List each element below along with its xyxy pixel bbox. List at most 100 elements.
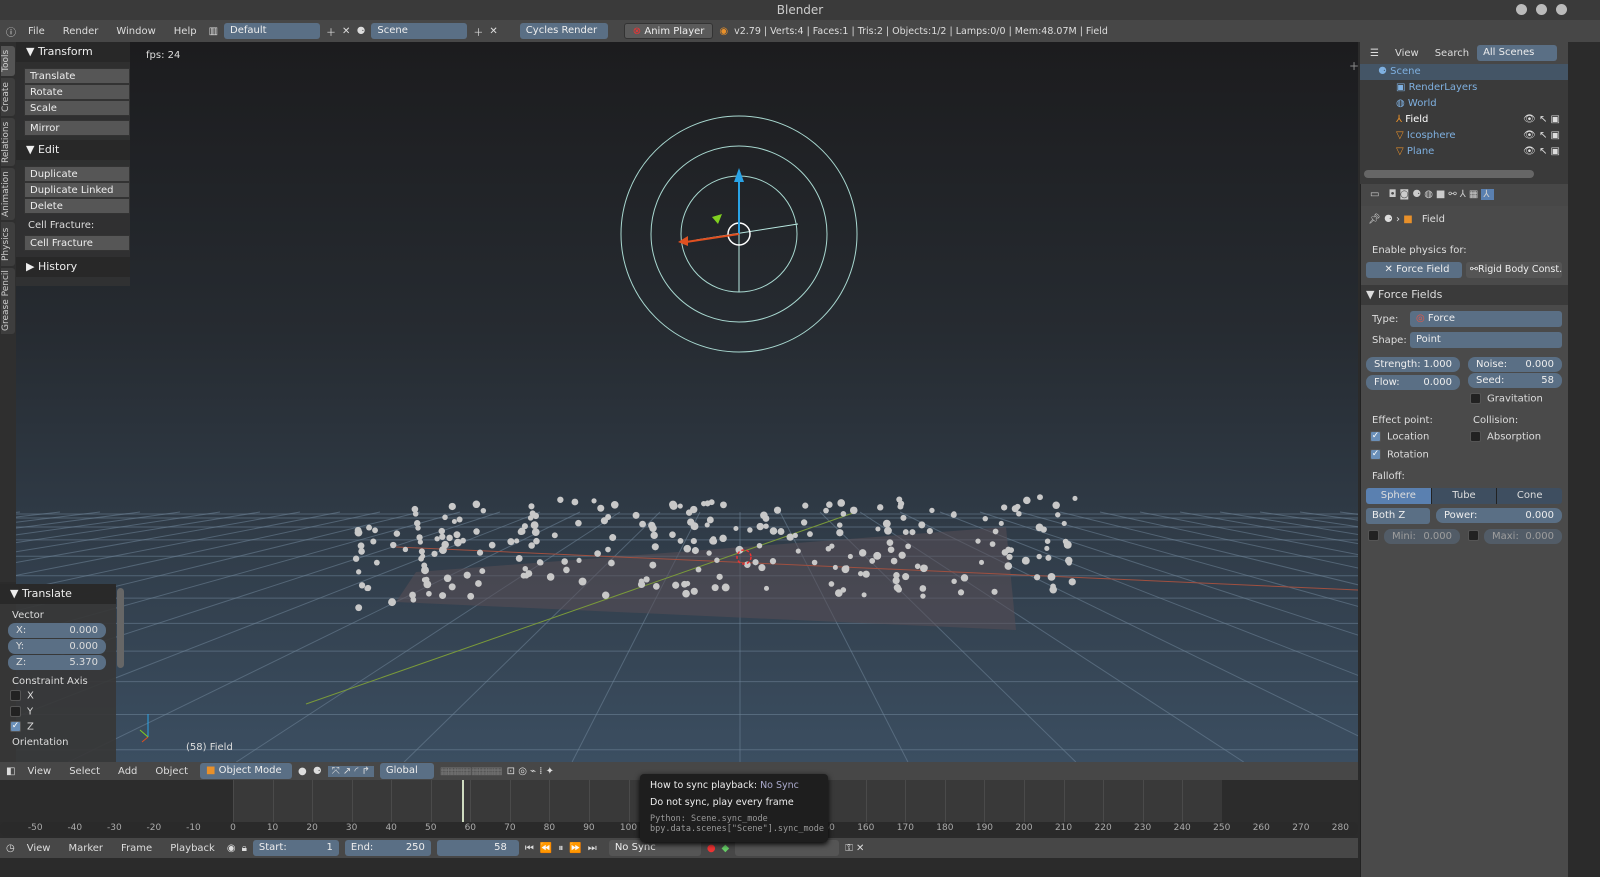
noise-field[interactable]: Noise: 0.000 [1468, 357, 1562, 372]
layout-field[interactable]: Default [224, 23, 321, 39]
outliner-item-world[interactable]: ◍ World [1360, 96, 1568, 112]
visibility-icons[interactable]: 👁︎ ↖ ▣ [1523, 112, 1560, 128]
minimize-button[interactable] [1516, 4, 1527, 15]
timeline-editor-icon[interactable]: ◷ [6, 843, 15, 854]
close-button[interactable] [1556, 4, 1567, 15]
checkbox[interactable] [10, 690, 21, 701]
translate-button[interactable]: Translate [24, 68, 130, 84]
constraint-z[interactable]: ✓ Z [10, 721, 116, 733]
checkbox[interactable] [1470, 393, 1481, 404]
shading-icon[interactable]: ● [298, 766, 307, 777]
outliner-scrollbar[interactable] [1364, 170, 1534, 178]
anim-player-button[interactable]: ⊗ Anim Player [623, 23, 714, 39]
checkbox-checked[interactable]: ✓ [1370, 449, 1381, 460]
insert-key-icon[interactable]: ⚿ ✕ [845, 843, 864, 854]
pivot-icon[interactable]: ⚈ [313, 766, 322, 777]
max-distance-field[interactable]: Maxi: 0.000 [1484, 529, 1562, 544]
force-field-button[interactable]: ✕ Force Field [1366, 262, 1462, 278]
layers-icon[interactable]: ▦▦▦▦ ▦▦▦▦ [440, 766, 503, 777]
keying-icon[interactable]: ◆ [722, 843, 730, 854]
y-field[interactable]: Y: 0.000 [8, 639, 106, 654]
x-field[interactable]: X: 0.000 [8, 623, 106, 638]
outliner-item-plane[interactable]: ▽ Plane 👁︎ ↖ ▣ [1360, 144, 1568, 160]
tab-create[interactable]: Create [1, 78, 15, 116]
power-field[interactable]: Power: 0.000 [1436, 508, 1562, 523]
absorption-checkbox[interactable]: Absorption [1470, 431, 1541, 443]
start-frame-field[interactable]: Start: 1 [252, 840, 339, 856]
type-select[interactable]: ◎ Force [1410, 311, 1562, 327]
menu-view[interactable]: View [1395, 48, 1419, 59]
menu-search[interactable]: Search [1435, 48, 1469, 59]
render-engine-select[interactable]: Cycles Render [519, 23, 608, 39]
outliner-item-scene[interactable]: ⚈ Scene [1360, 64, 1568, 80]
scale-button[interactable]: Scale [24, 100, 130, 116]
editor-type-icon[interactable]: ◧ [6, 766, 15, 777]
delete-button[interactable]: Delete [24, 198, 130, 214]
operator-header[interactable]: ▼ Translate [0, 584, 116, 604]
rigid-body-constraint-button[interactable]: ⚯Rigid Body Const... [1466, 262, 1562, 278]
menu-add[interactable]: Add [112, 766, 143, 777]
tab-grease-pencil[interactable]: Grease Pencil [1, 268, 15, 334]
min-distance-field[interactable]: Mini: 0.000 [1384, 529, 1460, 544]
menu-view[interactable]: View [21, 843, 57, 854]
use-min-checkbox[interactable] [1368, 530, 1385, 542]
orientation-select[interactable]: Global [379, 763, 434, 779]
gravitation-checkbox[interactable]: Gravitation [1470, 393, 1543, 405]
visibility-icons[interactable]: 👁︎ ↖ ▣ [1523, 128, 1560, 144]
checkbox-checked[interactable]: ✓ [10, 721, 21, 732]
manipulator-icon[interactable]: ⤧ ↗ ◜ ↱ [327, 765, 374, 777]
shape-select[interactable]: Point [1410, 332, 1562, 348]
menu-window[interactable]: Window [110, 26, 161, 37]
outliner-item-icosphere[interactable]: ▽ Icosphere 👁︎ ↖ ▣ [1360, 128, 1568, 144]
tab-animation[interactable]: Animation [1, 168, 15, 220]
properties-tabs[interactable]: ▭ ◘◙⚈◍■⚯⅄▦ ⅄ [1360, 184, 1568, 206]
panel-edit-header[interactable]: ▼ Edit [16, 140, 130, 160]
info-editor-icon[interactable]: ⓘ [6, 24, 16, 39]
duplicate-linked-button[interactable]: Duplicate Linked [24, 182, 130, 198]
current-frame-field[interactable]: 58 [436, 840, 519, 856]
checkbox-checked[interactable]: ✓ [1370, 431, 1381, 442]
menu-marker[interactable]: Marker [62, 843, 109, 854]
pin-icon[interactable]: 📌︎ [1368, 214, 1381, 225]
record-icon[interactable]: ● [707, 843, 716, 854]
location-checkbox[interactable]: ✓ Location [1370, 431, 1429, 443]
seed-field[interactable]: Seed: 58 [1468, 373, 1562, 388]
add-layout-icon[interactable]: ＋ [326, 24, 336, 39]
mirror-button[interactable]: Mirror [24, 120, 130, 136]
falloff-sphere[interactable]: Sphere [1366, 488, 1431, 504]
falloff-tube[interactable]: Tube [1430, 488, 1497, 504]
falloff-axis-select[interactable]: Both Z [1366, 508, 1430, 524]
tab-relations[interactable]: Relations [1, 118, 15, 166]
snap-icon[interactable]: ⊡ ◎ ⌁ ⁞ ✦ [507, 766, 554, 777]
mode-select[interactable]: ■ Object Mode [200, 763, 292, 779]
playback-controls[interactable]: ⏮⏪⏸⏩⏭ [525, 843, 603, 854]
lock-icon[interactable]: 🔒︎ [242, 843, 247, 854]
rotation-checkbox[interactable]: ✓ Rotation [1370, 449, 1429, 461]
end-frame-field[interactable]: End: 250 [344, 840, 431, 856]
panel-transform-header[interactable]: ▼ Transform [16, 42, 130, 62]
sync-select[interactable]: No Sync [608, 840, 701, 856]
remove-layout-icon[interactable]: ✕ [342, 26, 350, 37]
checkbox[interactable] [10, 705, 21, 717]
visibility-icons[interactable]: 👁︎ ↖ ▣ [1523, 144, 1560, 160]
menu-frame[interactable]: Frame [115, 843, 158, 854]
flow-field[interactable]: Flow: 0.000 [1366, 375, 1460, 390]
tab-tools[interactable]: Tools [1, 46, 15, 76]
menu-select[interactable]: Select [63, 766, 106, 777]
force-fields-header[interactable]: ▼ Force Fields [1360, 285, 1568, 305]
menu-file[interactable]: File [22, 26, 51, 37]
3d-viewport[interactable]: + fps: 24 (58) Field [16, 42, 1358, 762]
cell-fracture-button[interactable]: Cell Fracture [24, 235, 130, 251]
display-mode-select[interactable]: All Scenes [1477, 45, 1558, 61]
scene-field[interactable]: Scene [371, 23, 468, 39]
checkbox[interactable] [1470, 431, 1481, 442]
operator-scrollbar[interactable] [117, 588, 124, 668]
strength-field[interactable]: Strength: 1.000 [1366, 357, 1460, 372]
add-scene-icon[interactable]: ＋ [473, 24, 483, 39]
outliner-item-field[interactable]: ⅄ Field 👁︎ ↖ ▣ [1360, 112, 1568, 128]
maximize-button[interactable] [1536, 4, 1547, 15]
use-max-checkbox[interactable] [1468, 530, 1485, 542]
menu-view[interactable]: View [21, 766, 57, 777]
preview-range-icon[interactable]: ◉ [227, 843, 236, 854]
rotate-button[interactable]: Rotate [24, 84, 130, 100]
